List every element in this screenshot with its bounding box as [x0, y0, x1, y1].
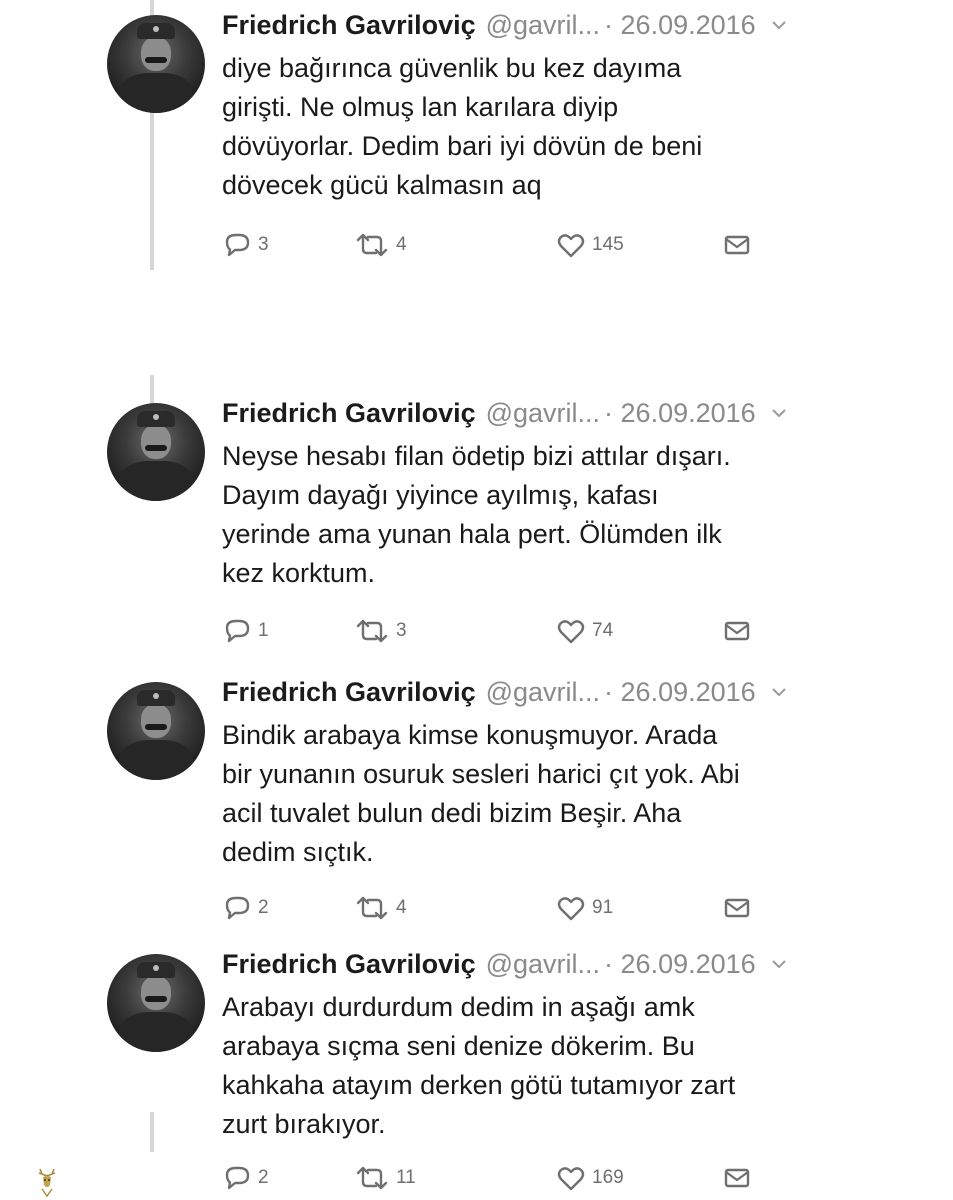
retweet-count: 11 — [396, 1167, 416, 1188]
reply-icon — [225, 1166, 250, 1190]
envelope-icon — [724, 1168, 750, 1188]
envelope-icon — [724, 898, 750, 918]
avatar[interactable] — [107, 682, 205, 780]
retweet-icon — [356, 233, 388, 257]
reply-button[interactable]: 2 — [222, 1160, 269, 1196]
tweet-text: diye bağırınca güvenlik bu kez dayıma gi… — [222, 53, 703, 200]
reply-icon — [225, 896, 250, 920]
reply-icon — [225, 619, 250, 643]
thread-line-bottom — [150, 1112, 154, 1152]
author-name[interactable]: Friedrich Gavriloviç — [222, 949, 476, 980]
reply-count: 2 — [258, 897, 269, 918]
author-name[interactable]: Friedrich Gavriloviç — [222, 677, 476, 708]
author-name[interactable]: Friedrich Gavriloviç — [222, 398, 476, 429]
like-count: 169 — [592, 1167, 624, 1188]
heart-icon — [557, 234, 585, 258]
tweet-text: Neyse hesabı filan ödetip bizi attılar d… — [222, 441, 731, 588]
tweet-text: Arabayı durdurdum dedim in aşağı amk ara… — [222, 992, 736, 1139]
chevron-down-icon[interactable] — [770, 16, 788, 34]
author-name[interactable]: Friedrich Gavriloviç — [222, 10, 476, 41]
reply-icon — [225, 233, 250, 257]
retweet-icon — [356, 896, 388, 920]
reply-count: 3 — [258, 234, 269, 255]
like-button[interactable]: 169 — [556, 1160, 624, 1196]
tweet-header: Friedrich Gavriloviç @gavril... · 26.09.… — [222, 393, 788, 433]
tweet-date[interactable]: · 26.09.2016 — [604, 949, 756, 980]
tweet-date[interactable]: · 26.09.2016 — [604, 10, 756, 41]
like-count: 74 — [592, 620, 614, 641]
reply-count: 2 — [258, 1167, 269, 1188]
like-count: 91 — [592, 897, 614, 918]
tweet-date[interactable]: · 26.09.2016 — [604, 677, 756, 708]
tweet-date[interactable]: · 26.09.2016 — [604, 398, 756, 429]
chevron-down-icon[interactable] — [770, 683, 788, 701]
direct-message-button[interactable] — [722, 227, 752, 263]
tweet-text: Bindik arabaya kimse konuşmuyor. Arada b… — [222, 720, 740, 867]
direct-message-button[interactable] — [722, 1160, 752, 1196]
retweet-button[interactable]: 11 — [354, 1160, 416, 1196]
like-count: 145 — [592, 234, 624, 255]
tweet-actions: 2 11 169 — [222, 1160, 782, 1196]
author-handle[interactable]: @gavril... — [486, 398, 600, 429]
retweet-icon — [356, 1166, 388, 1190]
tweet-header: Friedrich Gavriloviç @gavril... · 26.09.… — [222, 5, 788, 45]
retweet-count: 3 — [396, 620, 407, 641]
heart-icon — [557, 897, 585, 921]
avatar[interactable] — [107, 403, 205, 501]
author-handle[interactable]: @gavril... — [486, 10, 600, 41]
reply-count: 1 — [258, 620, 269, 641]
deer-logo-icon — [38, 1168, 56, 1198]
avatar[interactable] — [107, 954, 205, 1052]
envelope-icon — [724, 235, 750, 255]
tweet-header: Friedrich Gavriloviç @gavril... · 26.09.… — [222, 944, 788, 984]
thread-line-middle — [150, 375, 154, 405]
tweet-actions: 1 3 74 — [222, 613, 782, 649]
retweet-button[interactable]: 4 — [354, 890, 407, 926]
retweet-count: 4 — [396, 234, 407, 255]
heart-icon — [557, 620, 585, 644]
chevron-down-icon[interactable] — [770, 955, 788, 973]
chevron-down-icon[interactable] — [770, 404, 788, 422]
author-handle[interactable]: @gavril... — [486, 677, 600, 708]
reply-button[interactable]: 3 — [222, 227, 269, 263]
reply-button[interactable]: 2 — [222, 890, 269, 926]
tweet-actions: 3 4 145 — [222, 227, 782, 263]
tweet-header: Friedrich Gavriloviç @gavril... · 26.09.… — [222, 672, 788, 712]
direct-message-button[interactable] — [722, 890, 752, 926]
like-button[interactable]: 91 — [556, 890, 613, 926]
author-handle[interactable]: @gavril... — [486, 949, 600, 980]
direct-message-button[interactable] — [722, 613, 752, 649]
envelope-icon — [724, 621, 750, 641]
retweet-button[interactable]: 4 — [354, 227, 407, 263]
like-button[interactable]: 74 — [556, 613, 613, 649]
retweet-button[interactable]: 3 — [354, 613, 407, 649]
retweet-count: 4 — [396, 897, 407, 918]
avatar[interactable] — [107, 15, 205, 113]
reply-button[interactable]: 1 — [222, 613, 269, 649]
like-button[interactable]: 145 — [556, 227, 624, 263]
heart-icon — [557, 1167, 585, 1191]
tweet-actions: 2 4 91 — [222, 890, 782, 926]
retweet-icon — [356, 619, 388, 643]
